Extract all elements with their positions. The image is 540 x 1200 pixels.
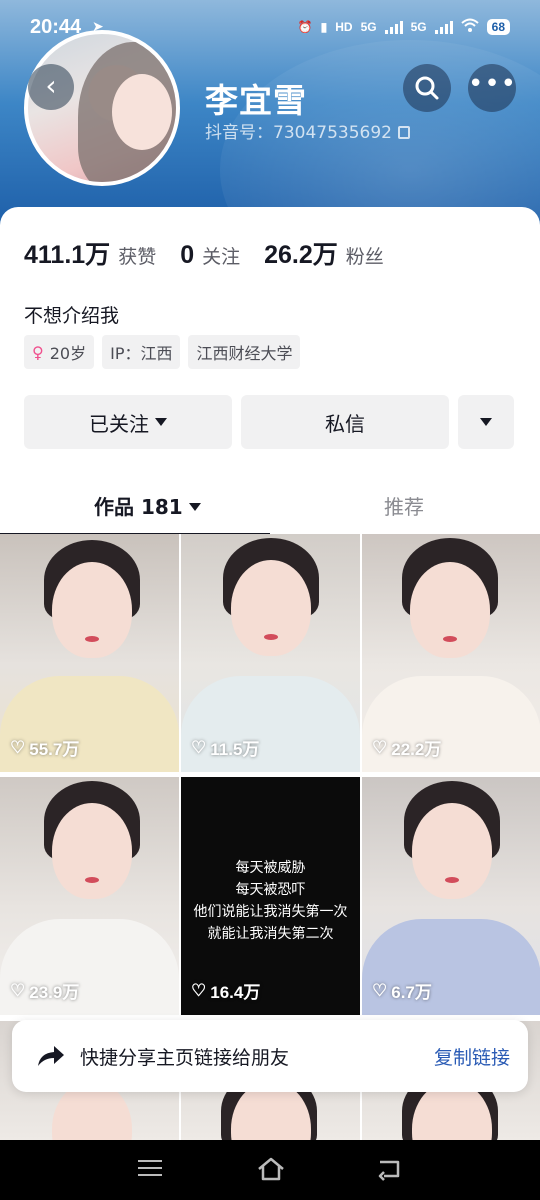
bio: 不想介绍我	[24, 305, 120, 327]
followed-button[interactable]: 已关注	[24, 395, 232, 449]
signal-icon	[384, 20, 403, 34]
share-text: 快捷分享主页链接给朋友	[80, 1046, 290, 1069]
back-icon: ‹	[45, 69, 57, 102]
network-label-1: 5G	[360, 19, 377, 34]
share-arrow-icon	[38, 1046, 64, 1066]
menu-icon[interactable]	[138, 1160, 162, 1181]
back-nav-icon[interactable]	[376, 1156, 404, 1182]
content-tabs: 作品 181 推荐	[0, 481, 540, 537]
stats-row: 411.1万 获赞 0 关注 26.2万 粉丝	[24, 235, 408, 271]
following-count: 0	[180, 241, 195, 269]
heart-icon: ♡	[372, 737, 388, 757]
like-count: ♡ 55.7万	[10, 737, 80, 760]
tag-age: ♀ 20岁	[24, 335, 95, 369]
followers-label: 粉丝	[345, 246, 384, 268]
video-thumbnail[interactable]: ♡ 23.9万	[0, 777, 179, 1016]
signal-icon-2	[434, 20, 453, 34]
douyin-id: 抖音号：73047535692	[205, 123, 392, 143]
likes-label: 获赞	[118, 246, 157, 268]
battery-indicator: 68	[486, 18, 510, 35]
network-label-2: 5G	[410, 19, 427, 34]
profile-tags: ♀ 20岁 IP：江西 江西财经大学	[24, 335, 301, 369]
home-icon[interactable]	[256, 1156, 286, 1182]
more-button[interactable]: •••	[468, 64, 516, 112]
stat-followers[interactable]: 26.2万 粉丝	[264, 235, 384, 271]
douyin-id-row[interactable]: 抖音号：73047535692	[205, 118, 410, 143]
heart-icon: ♡	[10, 737, 26, 757]
chevron-down-icon	[155, 418, 167, 426]
back-button[interactable]: ‹	[28, 64, 74, 110]
share-banner[interactable]: 快捷分享主页链接给朋友 复制链接	[12, 1020, 528, 1092]
action-buttons: 已关注 私信	[24, 395, 514, 449]
like-count: ♡ 6.7万	[372, 980, 432, 1003]
video-thumbnail[interactable]: ♡ 22.2万	[362, 534, 540, 772]
like-count: ♡ 22.2万	[372, 737, 442, 760]
tag-ip: IP：江西	[102, 335, 181, 369]
video-thumbnail[interactable]: ♡ 11.5万	[181, 534, 360, 772]
like-count: ♡ 11.5万	[191, 737, 260, 760]
like-count: ♡ 23.9万	[10, 980, 80, 1003]
video-thumbnail[interactable]: ♡ 55.7万	[0, 534, 179, 772]
system-nav-bar	[0, 1140, 540, 1200]
video-caption: 每天被威胁 每天被恐吓 他们说能让我消失第一次 就能让我消失第二次	[193, 860, 348, 943]
tag-school[interactable]: 江西财经大学	[188, 335, 301, 369]
heart-icon: ♡	[191, 737, 207, 757]
hd-label: HD	[335, 19, 353, 34]
stat-following[interactable]: 0 关注	[180, 241, 240, 270]
chevron-down-icon	[480, 418, 492, 426]
like-count: ♡ 16.4万	[191, 980, 261, 1003]
tab-recommend[interactable]: 推荐	[384, 491, 424, 520]
tab-works-label: 作品 181	[94, 495, 183, 519]
chevron-down-icon	[188, 503, 201, 511]
following-label: 关注	[202, 246, 241, 268]
heart-icon: ♡	[10, 980, 26, 1000]
heart-icon: ♡	[372, 980, 388, 1000]
female-icon: ♀	[32, 342, 44, 362]
profile-card: 411.1万 获赞 0 关注 26.2万 粉丝 不想介绍我 ♀ 20岁 IP：江西…	[0, 207, 540, 537]
message-button[interactable]: 私信	[241, 395, 449, 449]
profile-name: 李宜雪	[205, 81, 307, 120]
likes-count: 411.1万	[24, 241, 111, 269]
tag-age-text: 20岁	[49, 344, 87, 363]
tab-works[interactable]: 作品 181	[94, 491, 201, 520]
followers-count: 26.2万	[264, 241, 338, 269]
stat-likes[interactable]: 411.1万 获赞	[24, 235, 156, 271]
video-thumbnail[interactable]: ♡ 6.7万	[362, 777, 540, 1016]
search-icon	[415, 76, 439, 100]
dropdown-button[interactable]	[458, 395, 514, 449]
vibrate-icon: ▮	[320, 19, 328, 34]
followed-label: 已关注	[89, 411, 149, 436]
more-icon: •••	[468, 69, 518, 99]
status-icons: ⏰ ▮ HD 5G 5G 68	[298, 18, 510, 35]
video-thumbnail[interactable]: 每天被威胁 每天被恐吓 他们说能让我消失第一次 就能让我消失第二次 ♡ 16.4万	[181, 777, 360, 1016]
search-button[interactable]	[403, 64, 451, 112]
copy-link-button[interactable]: 复制链接	[434, 1043, 510, 1070]
wifi-icon	[460, 18, 479, 35]
copy-icon[interactable]	[397, 126, 410, 139]
alarm-icon: ⏰	[297, 19, 313, 34]
heart-icon: ♡	[191, 980, 207, 1000]
